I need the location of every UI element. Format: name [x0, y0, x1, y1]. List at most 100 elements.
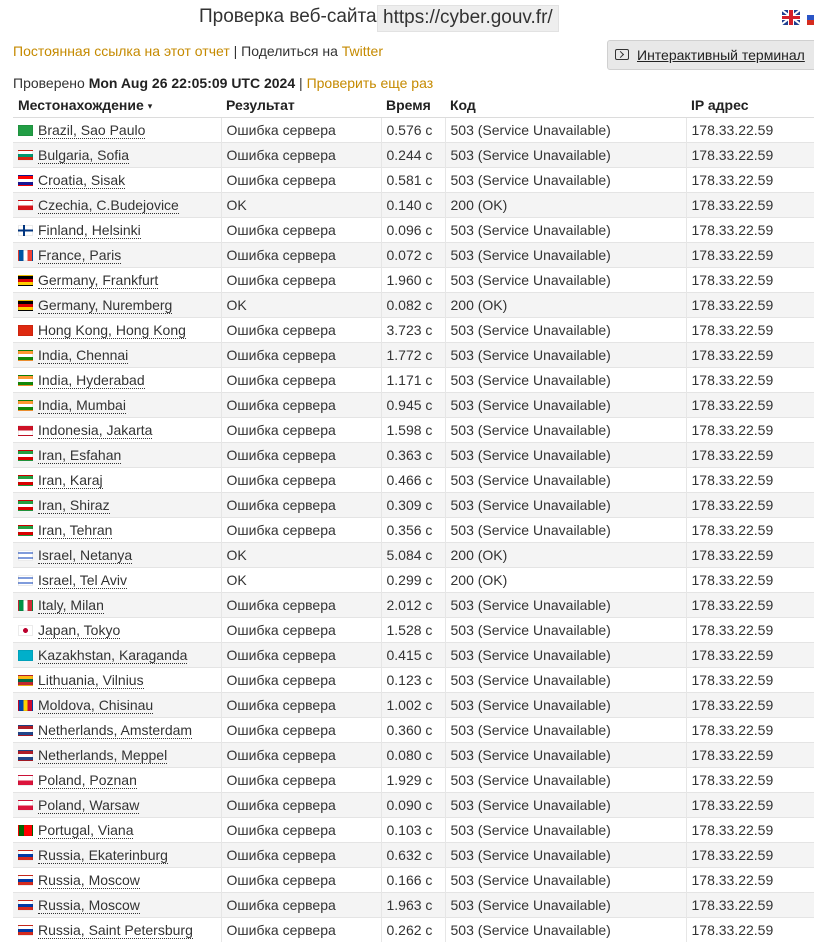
permalink-link[interactable]: Постоянная ссылка на этот отчет: [13, 43, 230, 59]
location-link[interactable]: Moldova, Chisinau: [38, 697, 153, 714]
location-link[interactable]: Croatia, Sisak: [38, 172, 125, 189]
checked-url[interactable]: https://cyber.gouv.fr/: [377, 5, 559, 32]
column-header-location[interactable]: Местонахождение▾: [13, 93, 221, 118]
time-cell: 0.140 с: [381, 193, 445, 218]
code-cell: 503 (Service Unavailable): [445, 268, 686, 293]
result-cell: Ошибка сервера: [221, 368, 381, 393]
result-cell: Ошибка сервера: [221, 268, 381, 293]
location-cell: Italy, Milan: [13, 593, 221, 618]
location-link[interactable]: Russia, Moscow: [38, 872, 140, 889]
column-header-ip[interactable]: IP адрес: [686, 93, 814, 118]
location-link[interactable]: India, Chennai: [38, 347, 128, 364]
code-cell: 503 (Service Unavailable): [445, 368, 686, 393]
location-link[interactable]: Iran, Tehran: [38, 522, 112, 539]
location-link[interactable]: France, Paris: [38, 247, 121, 264]
ru-flag-icon: [18, 925, 33, 936]
location-link[interactable]: Israel, Tel Aviv: [38, 572, 127, 589]
location-cell: Germany, Frankfurt: [13, 268, 221, 293]
table-row: Moldova, ChisinauОшибка сервера1.002 с50…: [13, 693, 814, 718]
terminal-button-label: Интерактивный терминал: [637, 47, 805, 63]
language-en-flag-icon[interactable]: [782, 10, 800, 25]
location-link[interactable]: Poland, Poznan: [38, 772, 137, 789]
result-cell: Ошибка сервера: [221, 168, 381, 193]
pl-flag-icon: [18, 800, 33, 811]
location-link[interactable]: Portugal, Viana: [38, 822, 133, 839]
result-cell: Ошибка сервера: [221, 668, 381, 693]
location-link[interactable]: Italy, Milan: [38, 597, 104, 614]
location-link[interactable]: Russia, Saint Petersburg: [38, 922, 193, 939]
location-cell: Poland, Poznan: [13, 768, 221, 793]
location-cell: Netherlands, Meppel: [13, 743, 221, 768]
share-label: Поделиться на: [241, 43, 338, 59]
ip-cell: 178.33.22.59: [686, 843, 814, 868]
location-cell: Russia, Saint Petersburg: [13, 918, 221, 942]
pl-flag-icon: [18, 775, 33, 786]
table-row: Israel, NetanyaOK5.084 с200 (OK)178.33.2…: [13, 543, 814, 568]
result-cell: Ошибка сервера: [221, 743, 381, 768]
location-cell: Russia, Ekaterinburg: [13, 843, 221, 868]
location-link[interactable]: Russia, Moscow: [38, 897, 140, 914]
location-link[interactable]: India, Hyderabad: [38, 372, 145, 389]
location-link[interactable]: Czechia, C.Budejovice: [38, 197, 179, 214]
twitter-link[interactable]: Twitter: [342, 43, 383, 59]
location-link[interactable]: Hong Kong, Hong Kong: [38, 322, 186, 339]
time-cell: 0.299 с: [381, 568, 445, 593]
time-cell: 0.072 с: [381, 243, 445, 268]
language-ru-flag-icon[interactable]: [807, 10, 814, 25]
ip-cell: 178.33.22.59: [686, 468, 814, 493]
location-link[interactable]: Kazakhstan, Karaganda: [38, 647, 187, 664]
location-link[interactable]: Iran, Shiraz: [38, 497, 110, 514]
interactive-terminal-button[interactable]: Интерактивный терминал: [607, 40, 814, 70]
location-cell: Portugal, Viana: [13, 818, 221, 843]
ip-cell: 178.33.22.59: [686, 493, 814, 518]
ip-cell: 178.33.22.59: [686, 143, 814, 168]
ip-cell: 178.33.22.59: [686, 193, 814, 218]
fr-flag-icon: [18, 250, 33, 261]
code-cell: 200 (OK): [445, 293, 686, 318]
table-row: Lithuania, VilniusОшибка сервера0.123 с5…: [13, 668, 814, 693]
table-row: Hong Kong, Hong KongОшибка сервера3.723 …: [13, 318, 814, 343]
location-cell: Moldova, Chisinau: [13, 693, 221, 718]
table-row: Poland, PoznanОшибка сервера1.929 с503 (…: [13, 768, 814, 793]
location-link[interactable]: Brazil, Sao Paulo: [38, 122, 145, 139]
location-link[interactable]: Indonesia, Jakarta: [38, 422, 152, 439]
table-row: India, ChennaiОшибка сервера1.772 с503 (…: [13, 343, 814, 368]
location-link[interactable]: Iran, Esfahan: [38, 447, 121, 464]
sort-arrow-icon[interactable]: ▾: [148, 101, 153, 111]
location-link[interactable]: Finland, Helsinki: [38, 222, 141, 239]
in-flag-icon: [18, 375, 33, 386]
result-cell: Ошибка сервера: [221, 418, 381, 443]
md-flag-icon: [18, 700, 33, 711]
recheck-link[interactable]: Проверить еще раз: [307, 75, 434, 91]
time-cell: 0.103 с: [381, 818, 445, 843]
location-link[interactable]: Germany, Nuremberg: [38, 297, 172, 314]
il-flag-icon: [18, 575, 33, 586]
location-cell: Bulgaria, Sofia: [13, 143, 221, 168]
column-header-result[interactable]: Результат: [221, 93, 381, 118]
location-link[interactable]: India, Mumbai: [38, 397, 126, 414]
in-flag-icon: [18, 350, 33, 361]
location-link[interactable]: Bulgaria, Sofia: [38, 147, 129, 164]
time-cell: 0.090 с: [381, 793, 445, 818]
result-cell: Ошибка сервера: [221, 143, 381, 168]
location-link[interactable]: Germany, Frankfurt: [38, 272, 158, 289]
ir-flag-icon: [18, 500, 33, 511]
ip-cell: 178.33.22.59: [686, 343, 814, 368]
code-cell: 503 (Service Unavailable): [445, 918, 686, 942]
ip-cell: 178.33.22.59: [686, 893, 814, 918]
column-header-time[interactable]: Время: [381, 93, 445, 118]
time-cell: 0.262 с: [381, 918, 445, 942]
code-cell: 503 (Service Unavailable): [445, 243, 686, 268]
location-link[interactable]: Japan, Tokyo: [38, 622, 120, 639]
location-link[interactable]: Iran, Karaj: [38, 472, 103, 489]
location-link[interactable]: Israel, Netanya: [38, 547, 132, 564]
column-header-code[interactable]: Код: [445, 93, 686, 118]
br-flag-icon: [18, 125, 33, 136]
location-link[interactable]: Netherlands, Amsterdam: [38, 722, 192, 739]
code-cell: 503 (Service Unavailable): [445, 168, 686, 193]
location-link[interactable]: Poland, Warsaw: [38, 797, 139, 814]
result-cell: OK: [221, 568, 381, 593]
location-link[interactable]: Russia, Ekaterinburg: [38, 847, 168, 864]
location-link[interactable]: Lithuania, Vilnius: [38, 672, 144, 689]
location-link[interactable]: Netherlands, Meppel: [38, 747, 167, 764]
